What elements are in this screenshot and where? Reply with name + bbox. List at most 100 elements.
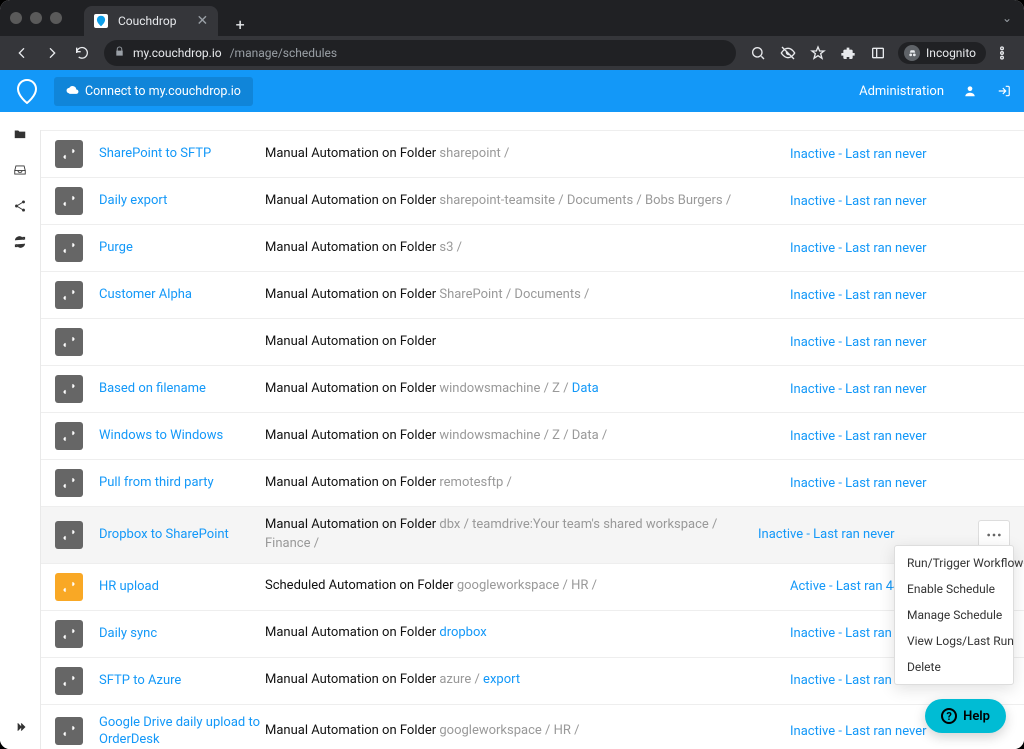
folder-icon[interactable] (12, 126, 28, 142)
help-icon: ? (941, 708, 957, 724)
window-controls[interactable] (10, 12, 62, 24)
schedules-content[interactable]: SharePoint to SFTPManual Automation on F… (40, 112, 1024, 749)
schedule-name-link[interactable]: Google Drive daily upload to OrderDesk (83, 714, 265, 749)
schedule-status: Inactive - Last ran never (790, 335, 1010, 350)
transfer-icon (55, 281, 83, 309)
expand-sidebar-icon[interactable] (12, 719, 28, 735)
schedule-row[interactable]: Daily syncManual Automation on Folder dr… (41, 611, 1024, 658)
schedule-name-link[interactable]: SharePoint to SFTP (83, 145, 265, 163)
context-menu-item[interactable]: View Logs/Last Run (895, 628, 1013, 654)
zoom-icon[interactable] (744, 39, 772, 67)
forward-button[interactable] (38, 39, 66, 67)
transfer-icon (55, 328, 83, 356)
schedule-status: Inactive - Last ran never (790, 241, 1010, 256)
schedule-row[interactable]: Windows to WindowsManual Automation on F… (41, 413, 1024, 460)
schedule-row[interactable]: Pull from third partyManual Automation o… (41, 460, 1024, 507)
schedule-row[interactable]: Dropbox to SharePointManual Automation o… (41, 507, 1024, 564)
schedule-description: Manual Automation on Folder windowsmachi… (265, 380, 790, 399)
schedule-name-link[interactable]: SFTP to Azure (83, 672, 265, 690)
schedule-row[interactable]: Google Drive daily upload to OrderDeskMa… (41, 705, 1024, 749)
app-body: SharePoint to SFTPManual Automation on F… (0, 112, 1024, 749)
schedule-row[interactable]: SharePoint to SFTPManual Automation on F… (41, 130, 1024, 178)
schedule-status: Inactive - Last ran never (790, 382, 1010, 397)
transfer-icon (55, 375, 83, 403)
eye-off-icon[interactable] (774, 39, 802, 67)
schedule-row[interactable]: Customer AlphaManual Automation on Folde… (41, 272, 1024, 319)
schedule-status: Inactive - Last ran never (790, 194, 1010, 209)
incognito-badge: Incognito (898, 42, 986, 64)
extensions-icon[interactable] (834, 39, 862, 67)
schedule-name-link[interactable]: Customer Alpha (83, 286, 265, 304)
context-menu-item[interactable]: Delete (895, 654, 1013, 680)
schedule-row[interactable]: HR uploadScheduled Automation on Folder … (41, 564, 1024, 611)
schedule-name-link[interactable]: Daily sync (83, 625, 265, 643)
schedule-description: Manual Automation on Folder (265, 333, 790, 352)
brand-logo-icon[interactable] (12, 76, 42, 106)
toolbar-right: Incognito (744, 39, 1016, 67)
cloud-icon (66, 83, 79, 100)
schedule-row[interactable]: Manual Automation on FolderInactive - La… (41, 319, 1024, 366)
incognito-icon (904, 45, 920, 61)
schedule-description: Manual Automation on Folder googleworksp… (265, 722, 790, 741)
new-tab-button[interactable]: + (228, 12, 252, 36)
titlebar-chevron-icon[interactable]: ⌄ (1002, 11, 1012, 25)
url-domain: my.couchdrop.io (133, 46, 222, 60)
schedule-name-link[interactable]: Based on filename (83, 380, 265, 398)
schedule-row[interactable]: Daily exportManual Automation on Folder … (41, 178, 1024, 225)
schedule-description: Manual Automation on Folder remotesftp / (265, 474, 790, 493)
schedule-description: Manual Automation on Folder sharepoint / (265, 145, 790, 164)
schedule-description: Manual Automation on Folder SharePoint /… (265, 286, 790, 305)
window-close-icon[interactable] (10, 12, 22, 24)
schedules-list: SharePoint to SFTPManual Automation on F… (40, 130, 1024, 749)
share-icon[interactable] (12, 198, 28, 214)
tab-favicon-icon (94, 14, 108, 28)
connect-button[interactable]: Connect to my.couchdrop.io (54, 77, 253, 106)
schedule-name-link[interactable]: Windows to Windows (83, 427, 265, 445)
schedule-status: Inactive - Last ran never (790, 288, 1010, 303)
schedule-description: Manual Automation on Folder sharepoint-t… (265, 192, 790, 211)
administration-link[interactable]: Administration (859, 84, 944, 99)
help-label: Help (963, 709, 990, 724)
schedule-name-link[interactable]: Dropbox to SharePoint (83, 526, 265, 544)
reload-button[interactable] (68, 39, 96, 67)
window-maximize-icon[interactable] (50, 12, 62, 24)
tab-close-icon[interactable]: ✕ (196, 13, 208, 29)
schedule-row[interactable]: PurgeManual Automation on Folder s3 /Ina… (41, 225, 1024, 272)
app-header: Connect to my.couchdrop.io Administratio… (0, 70, 1024, 112)
lock-icon (114, 46, 125, 60)
transfer-icon (55, 469, 83, 497)
context-menu-item[interactable]: Run/Trigger Workflow (895, 550, 1013, 576)
address-bar[interactable]: my.couchdrop.io/manage/schedules (104, 40, 736, 66)
transfer-icon (55, 422, 83, 450)
schedule-name-link[interactable]: Pull from third party (83, 474, 265, 492)
context-menu-item[interactable]: Enable Schedule (895, 576, 1013, 602)
transfer-icon (55, 573, 83, 601)
bookmark-icon[interactable] (804, 39, 832, 67)
transfer-icon (55, 521, 83, 549)
schedule-name-link[interactable]: Purge (83, 239, 265, 257)
inbox-icon[interactable] (12, 162, 28, 178)
schedule-name-link[interactable]: Daily export (83, 192, 265, 210)
context-menu-item[interactable]: Manage Schedule (895, 602, 1013, 628)
window-minimize-icon[interactable] (30, 12, 42, 24)
schedule-row[interactable]: Based on filenameManual Automation on Fo… (41, 366, 1024, 413)
schedule-name-link[interactable]: HR upload (83, 578, 265, 596)
user-icon[interactable] (962, 83, 978, 99)
panel-icon[interactable] (864, 39, 892, 67)
browser-menu-icon[interactable] (988, 39, 1016, 67)
sync-icon[interactable] (12, 234, 28, 250)
schedule-status: Inactive - Last ran never (758, 527, 978, 542)
logout-icon[interactable] (996, 83, 1012, 99)
browser-tab[interactable]: Couchdrop ✕ (84, 6, 218, 36)
transfer-icon (55, 667, 83, 695)
schedule-description: Manual Automation on Folder s3 / (265, 239, 790, 258)
connect-label: Connect to my.couchdrop.io (85, 84, 241, 99)
help-button[interactable]: ? Help (925, 699, 1006, 733)
schedule-row[interactable]: SFTP to AzureManual Automation on Folder… (41, 658, 1024, 705)
browser-tabstrip: Couchdrop ✕ + (84, 0, 252, 36)
back-button[interactable] (8, 39, 36, 67)
browser-titlebar: Couchdrop ✕ + ⌄ (0, 0, 1024, 36)
transfer-icon (55, 717, 83, 745)
schedule-status: Inactive - Last ran never (790, 476, 1010, 491)
url-path: /manage/schedules (230, 46, 338, 60)
